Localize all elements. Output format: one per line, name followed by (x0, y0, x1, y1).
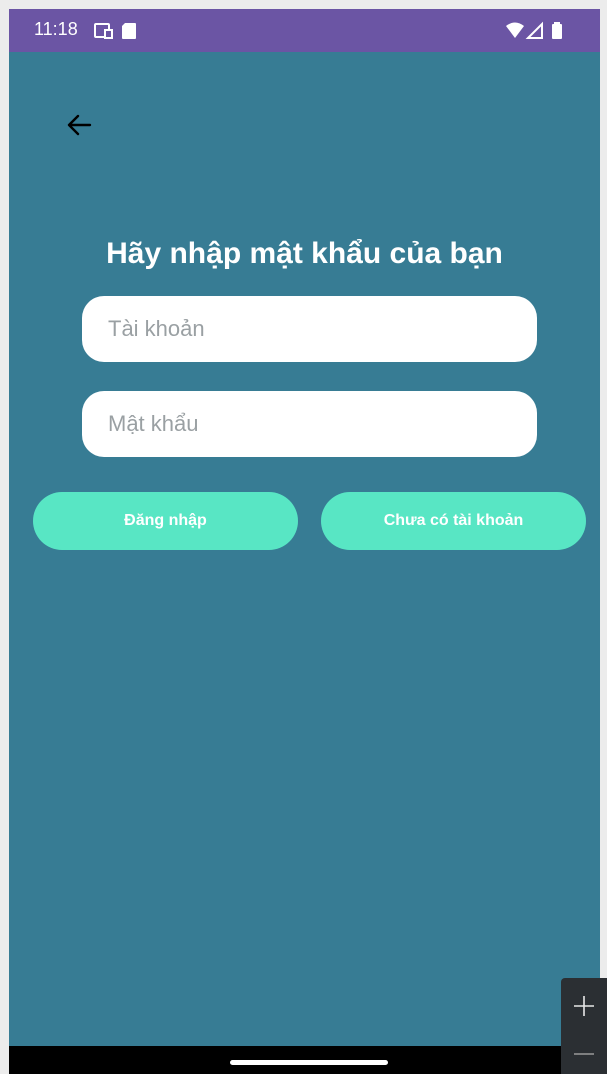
login-button[interactable]: Đăng nhập (33, 492, 298, 550)
minus-icon (574, 1053, 594, 1055)
battery-icon (552, 22, 562, 39)
status-right-icons (504, 21, 574, 41)
status-bar: 11:18 (9, 9, 600, 52)
zoom-out-button[interactable] (561, 1034, 607, 1074)
status-time: 11:18 (34, 19, 78, 39)
password-field[interactable] (82, 391, 537, 457)
zoom-in-button[interactable] (561, 978, 607, 1034)
plus-icon (574, 996, 594, 1016)
arrow-left-icon (67, 114, 92, 136)
back-button[interactable] (61, 107, 97, 143)
app-screen: 11:18 Hãy nhập mật khẩu của bạn Tài khoả… (9, 9, 600, 1074)
wifi-icon (506, 22, 524, 38)
login-button-label: Đăng nhập (124, 512, 207, 529)
screen-icon (94, 23, 113, 39)
status-left-icons (93, 21, 143, 41)
navigation-bar (9, 1046, 600, 1074)
sd-card-icon (122, 23, 136, 39)
page-title: Hãy nhập mật khẩu của bạn (106, 237, 503, 270)
register-button-label: Chưa có tài khoản (383, 512, 524, 529)
register-button[interactable]: Chưa có tài khoản (321, 492, 586, 550)
username-field[interactable] (82, 296, 537, 362)
emulator-zoom-controls (561, 978, 607, 1074)
cell-signal-icon (525, 21, 543, 39)
home-indicator[interactable] (230, 1060, 388, 1065)
